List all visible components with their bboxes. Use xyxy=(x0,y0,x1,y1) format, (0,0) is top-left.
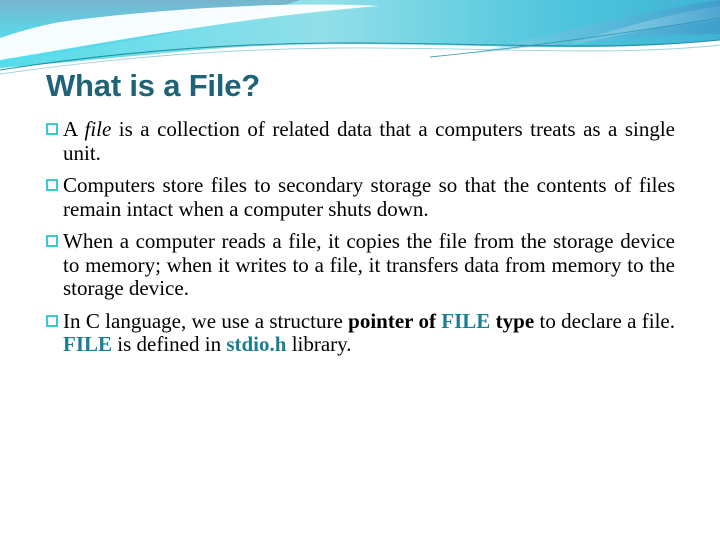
bullet-text-run-bold: type xyxy=(495,308,535,333)
bullet-text-run-emphasis: file xyxy=(84,117,112,141)
slide-body-content: A file is a collection of related data t… xyxy=(46,117,675,357)
bullet-text-run: When a computer reads a file, it copies … xyxy=(63,229,675,300)
bullet-marker-icon xyxy=(46,314,58,327)
bullet-marker-icon xyxy=(46,179,58,191)
bullet-text-run: to declare a file. xyxy=(534,308,675,333)
bullet-text-run: A xyxy=(63,117,85,141)
bullet-marker-icon xyxy=(46,235,58,247)
bullet-text-run-code: stdio.h xyxy=(226,332,287,356)
slide-title: What is a File? xyxy=(46,68,261,103)
bullet-text-run: In C language, we use a structure xyxy=(63,308,349,333)
bullet-text-run: library. xyxy=(286,332,352,356)
bullet-text-run-code: FILE xyxy=(63,332,113,356)
bullet-text-run: is a collection of related data that a c… xyxy=(63,117,675,165)
bullet-paragraph-4: In C language, we use a structure pointe… xyxy=(46,308,675,357)
bullet-paragraph-3: When a computer reads a file, it copies … xyxy=(46,229,675,301)
bullet-text-run: Computers store files to secondary stora… xyxy=(63,173,675,221)
bullet-paragraph-1: A file is a collection of related data t… xyxy=(46,117,675,165)
bullet-text-run-code: FILE xyxy=(441,308,491,333)
bullet-marker-icon xyxy=(46,123,58,135)
bullet-text-run: is defined in xyxy=(112,332,227,356)
slide-canvas: What is a File? A file is a collection o… xyxy=(0,0,720,540)
bullet-paragraph-2: Computers store files to secondary stora… xyxy=(46,173,675,221)
bullet-text-run-bold: pointer of xyxy=(348,308,442,333)
